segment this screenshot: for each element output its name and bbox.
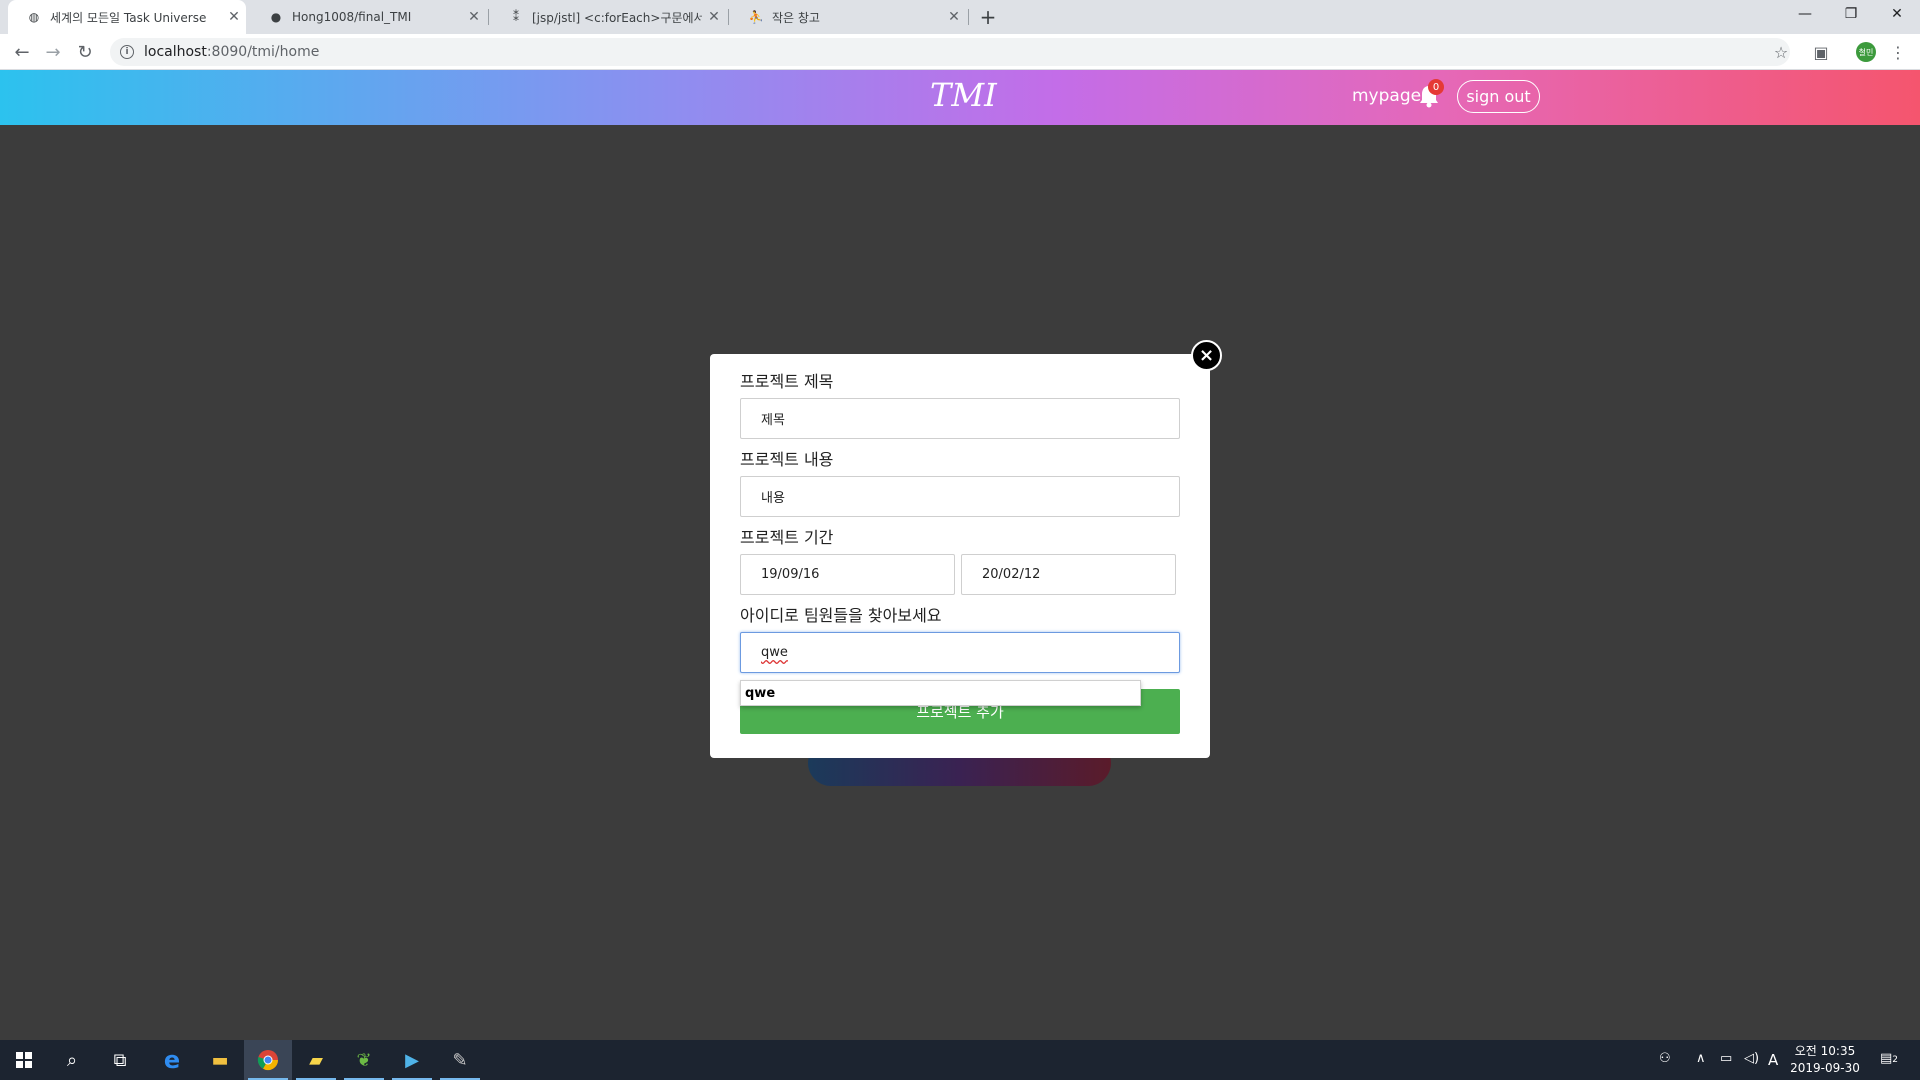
github-icon: ● [270, 10, 282, 24]
file-explorer-icon[interactable]: ▬ [196, 1040, 244, 1080]
clock-time: 오전 10:35 [1794, 1044, 1856, 1058]
tab-github[interactable]: ● Hong1008/final_TMI ✕ [250, 0, 486, 34]
windows-start-icon[interactable] [0, 1040, 48, 1080]
volume-icon[interactable]: ◁) [1744, 1051, 1759, 1066]
create-project-modal: 프로젝트 제목 제목 프로젝트 내용 내용 프로젝트 기간 19/09/16 2… [710, 354, 1210, 758]
spring-tool-icon[interactable]: ❦ [340, 1040, 388, 1080]
minimize-button[interactable]: — [1782, 0, 1828, 28]
title-placeholder: 제목 [761, 413, 785, 428]
tab-divider [488, 9, 489, 25]
tab-jsp-blog[interactable]: ⁑ [jsp/jstl] <c:forEach>구문에서 b ✕ [490, 0, 726, 34]
notification-badge: 0 [1428, 79, 1444, 95]
action-center-icon[interactable]: ▤2 [1880, 1051, 1898, 1066]
browser-tab-strip: ◍ 세계의 모든일 Task Universe ✕ ● Hong1008/fin… [0, 0, 1920, 34]
project-content-label: 프로젝트 내용 [740, 450, 834, 469]
media-app-icon[interactable]: ▶ [388, 1040, 436, 1080]
autocomplete-suggestion[interactable]: qwe [740, 680, 1141, 706]
tab-title: 작은 창고 [772, 10, 820, 25]
bookmark-star-icon[interactable]: ☆ [1771, 42, 1791, 62]
end-date-input[interactable]: 20/02/12 [961, 554, 1176, 595]
back-arrow-icon[interactable]: ← [10, 40, 34, 64]
tab-small-storage[interactable]: ⛹ 작은 창고 ✕ [730, 0, 966, 34]
menu-dots-icon[interactable]: ⋮ [1888, 42, 1908, 62]
url-path: :8090/tmi/home [206, 44, 320, 60]
info-icon[interactable]: i [120, 45, 134, 59]
member-search-label: 아이디로 팀원들을 찾아보세요 [740, 606, 942, 625]
project-title-input[interactable]: 제목 [740, 398, 1180, 439]
blog-person-icon: ⛹ [748, 10, 764, 24]
clock-date: 2019-09-30 [1790, 1061, 1860, 1075]
close-icon[interactable]: ✕ [702, 9, 726, 25]
windows-taskbar: ⌕ ⧉ e ▬ ▰ ❦ ▶ ✎ ⚇ ∧ ▭ ◁) A 오전 10:35 2019… [0, 1040, 1920, 1080]
profile-avatar[interactable]: 철민 [1856, 42, 1876, 62]
start-date-value: 19/09/16 [761, 567, 820, 582]
app-header: TMI mypage 0 sign out [0, 70, 1920, 125]
search-icon[interactable]: ⌕ [48, 1040, 96, 1080]
forward-arrow-icon[interactable]: → [41, 40, 65, 64]
content-placeholder: 내용 [761, 491, 785, 506]
close-modal-button[interactable]: × [1191, 340, 1222, 371]
new-tab-button[interactable]: + [975, 4, 1001, 30]
end-date-value: 20/02/12 [982, 567, 1041, 582]
close-icon[interactable]: ✕ [462, 9, 486, 25]
camera-icon[interactable]: ▣ [1811, 42, 1831, 62]
browser-toolbar: ← → ↻ i localhost:8090/tmi/home ☆ ▣ 철민 ⋮ [0, 34, 1920, 70]
close-icon[interactable]: ✕ [222, 9, 246, 25]
address-bar[interactable]: i localhost:8090/tmi/home [110, 38, 1790, 66]
task-view-icon[interactable]: ⧉ [96, 1040, 144, 1080]
url-text[interactable]: localhost:8090/tmi/home [144, 44, 319, 60]
member-search-value: qwe [761, 645, 788, 660]
clock[interactable]: 오전 10:35 2019-09-30 [1790, 1043, 1860, 1077]
paint-app-icon[interactable]: ✎ [436, 1040, 484, 1080]
tab-title: Hong1008/final_TMI [292, 10, 412, 24]
project-content-input[interactable]: 내용 [740, 476, 1180, 517]
ime-indicator[interactable]: A [1768, 1051, 1778, 1069]
close-window-button[interactable]: ✕ [1874, 0, 1920, 28]
project-period-label: 프로젝트 기간 [740, 528, 834, 547]
sticky-notes-icon[interactable]: ▰ [292, 1040, 340, 1080]
blog-icon: ⁑ [513, 10, 519, 24]
restore-button[interactable]: ❐ [1828, 0, 1874, 28]
tab-title: [jsp/jstl] <c:forEach>구문에서 b [532, 10, 702, 25]
start-date-input[interactable]: 19/09/16 [740, 554, 955, 595]
tab-title: 세계의 모든일 Task Universe [50, 10, 207, 25]
network-icon[interactable]: ▭ [1720, 1051, 1732, 1066]
member-search-input[interactable]: qwe [740, 632, 1180, 673]
tab-task-universe[interactable]: ◍ 세계의 모든일 Task Universe ✕ [8, 0, 246, 34]
chevron-up-icon[interactable]: ∧ [1696, 1051, 1706, 1066]
people-icon[interactable]: ⚇ [1659, 1051, 1671, 1066]
signout-button[interactable]: sign out [1457, 80, 1540, 113]
project-title-label: 프로젝트 제목 [740, 372, 834, 391]
mypage-link[interactable]: mypage [1352, 86, 1421, 106]
action-center-count: 2 [1892, 1055, 1899, 1065]
url-host: localhost [144, 44, 207, 60]
tab-divider [728, 9, 729, 25]
reload-icon[interactable]: ↻ [73, 40, 97, 64]
close-icon[interactable]: ✕ [942, 9, 966, 25]
globe-icon: ◍ [28, 10, 40, 24]
tab-divider [968, 9, 969, 25]
edge-icon[interactable]: e [148, 1040, 196, 1080]
chrome-icon[interactable] [244, 1040, 292, 1080]
logo[interactable]: TMI [930, 76, 997, 114]
